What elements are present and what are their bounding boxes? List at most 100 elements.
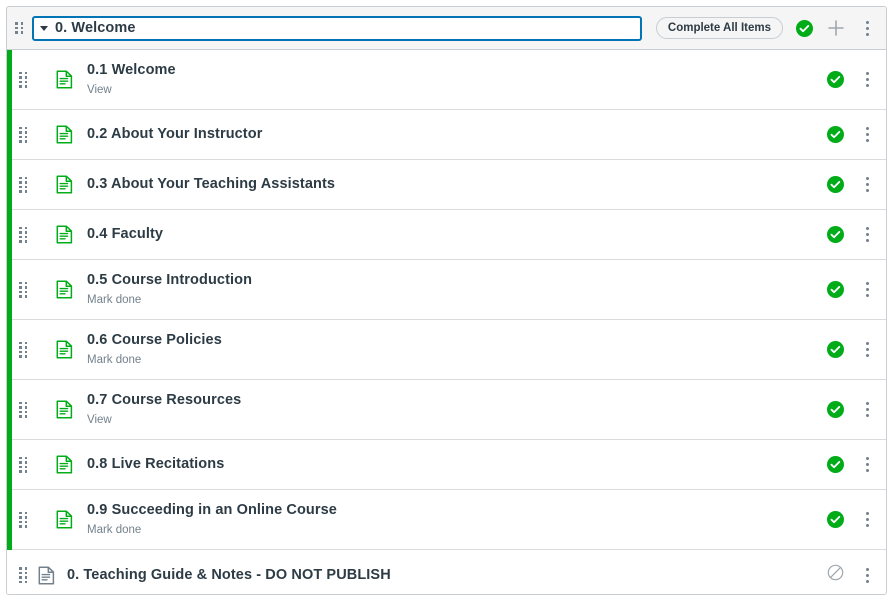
item-drag-handle-icon[interactable] (19, 282, 29, 298)
module-item-6[interactable]: 0.6 Course Policies Mark done (7, 320, 886, 380)
item-kebab-menu-icon[interactable] (858, 455, 876, 475)
item-kebab-menu-icon[interactable] (858, 125, 876, 145)
module-item-8[interactable]: 0.8 Live Recitations (7, 440, 886, 490)
check-circle-icon[interactable] (827, 456, 844, 473)
published-stripe (7, 160, 12, 210)
document-icon (55, 510, 73, 530)
item-subtitle: Mark done (87, 352, 827, 368)
item-drag-handle-icon[interactable] (19, 512, 29, 528)
published-stripe (7, 210, 12, 260)
item-kebab-menu-icon[interactable] (858, 510, 876, 530)
module-item-4[interactable]: 0.4 Faculty (7, 210, 886, 260)
item-body: 0.4 Faculty (87, 225, 827, 243)
module-item-1[interactable]: 0.1 Welcome View (7, 50, 886, 110)
item-drag-handle-icon[interactable] (19, 402, 29, 418)
check-circle-icon[interactable] (827, 126, 844, 143)
item-title: 0.9 Succeeding in an Online Course (87, 501, 827, 519)
published-stripe (7, 380, 12, 440)
module-publish-status-icon[interactable] (796, 20, 813, 37)
item-body: 0.2 About Your Instructor (87, 125, 827, 143)
item-actions (827, 564, 876, 586)
check-circle-icon[interactable] (827, 511, 844, 528)
check-circle-icon[interactable] (827, 176, 844, 193)
item-drag-handle-icon[interactable] (19, 177, 29, 193)
module-item-7[interactable]: 0.7 Course Resources View (7, 380, 886, 440)
complete-all-items-button[interactable]: Complete All Items (656, 17, 783, 39)
module-header-actions: Complete All Items (656, 16, 876, 40)
item-body: 0.9 Succeeding in an Online Course Mark … (87, 501, 827, 538)
document-icon (37, 565, 55, 585)
item-body: 0.8 Live Recitations (87, 455, 827, 473)
check-circle-icon[interactable] (827, 281, 844, 298)
item-subtitle: Mark done (87, 292, 827, 308)
published-stripe (7, 50, 12, 110)
document-icon (55, 340, 73, 360)
item-title: 0.4 Faculty (87, 225, 827, 243)
item-body: 0.6 Course Policies Mark done (87, 331, 827, 368)
module-item-5[interactable]: 0.5 Course Introduction Mark done (7, 260, 886, 320)
item-actions (827, 280, 876, 300)
module-items-list: 0.1 Welcome View 0.2 About Your Instruct… (7, 50, 886, 595)
item-actions (827, 455, 876, 475)
document-icon (55, 175, 73, 195)
document-icon (55, 125, 73, 145)
item-drag-handle-icon[interactable] (19, 127, 29, 143)
item-kebab-menu-icon[interactable] (858, 565, 876, 585)
chevron-down-icon[interactable] (40, 26, 48, 31)
plus-icon[interactable] (824, 16, 848, 40)
item-title: 0.2 About Your Instructor (87, 125, 827, 143)
unpublished-icon[interactable] (827, 564, 844, 586)
item-drag-handle-icon[interactable] (19, 457, 29, 473)
item-subtitle: View (87, 412, 827, 428)
document-icon (55, 280, 73, 300)
item-body: 0.5 Course Introduction Mark done (87, 271, 827, 308)
check-circle-icon[interactable] (827, 341, 844, 358)
item-drag-handle-icon[interactable] (19, 72, 29, 88)
document-icon (55, 455, 73, 475)
item-kebab-menu-icon[interactable] (858, 280, 876, 300)
item-drag-handle-icon[interactable] (19, 342, 29, 358)
module-item-3[interactable]: 0.3 About Your Teaching Assistants (7, 160, 886, 210)
item-kebab-menu-icon[interactable] (858, 400, 876, 420)
check-circle-icon[interactable] (827, 226, 844, 243)
document-icon (55, 400, 73, 420)
module-item-9[interactable]: 0.9 Succeeding in an Online Course Mark … (7, 490, 886, 550)
module-item-2[interactable]: 0.2 About Your Instructor (7, 110, 886, 160)
published-stripe (7, 260, 12, 320)
module-title-box[interactable]: 0. Welcome (32, 16, 642, 41)
item-title: 0.6 Course Policies (87, 331, 827, 349)
item-title: 0.8 Live Recitations (87, 455, 827, 473)
item-drag-handle-icon[interactable] (19, 567, 29, 583)
item-title: 0.5 Course Introduction (87, 271, 827, 289)
module-item-10[interactable]: 0. Teaching Guide & Notes - DO NOT PUBLI… (7, 550, 886, 595)
item-title: 0. Teaching Guide & Notes - DO NOT PUBLI… (67, 566, 827, 584)
item-title: 0.3 About Your Teaching Assistants (87, 175, 827, 193)
item-kebab-menu-icon[interactable] (858, 225, 876, 245)
item-actions (827, 225, 876, 245)
item-subtitle: Mark done (87, 522, 827, 538)
item-kebab-menu-icon[interactable] (858, 340, 876, 360)
item-drag-handle-icon[interactable] (19, 227, 29, 243)
module-drag-handle-icon[interactable] (15, 22, 24, 34)
item-actions (827, 340, 876, 360)
check-circle-icon[interactable] (827, 71, 844, 88)
check-circle-icon[interactable] (827, 401, 844, 418)
item-title: 0.1 Welcome (87, 61, 827, 79)
module-title: 0. Welcome (55, 20, 136, 36)
item-kebab-menu-icon[interactable] (858, 70, 876, 90)
item-title: 0.7 Course Resources (87, 391, 827, 409)
document-icon (55, 225, 73, 245)
published-stripe (7, 320, 12, 380)
item-actions (827, 175, 876, 195)
item-body: 0.3 About Your Teaching Assistants (87, 175, 827, 193)
item-kebab-menu-icon[interactable] (858, 175, 876, 195)
published-stripe (7, 440, 12, 490)
item-actions (827, 510, 876, 530)
item-body: 0. Teaching Guide & Notes - DO NOT PUBLI… (67, 566, 827, 584)
item-actions (827, 70, 876, 90)
item-actions (827, 125, 876, 145)
item-body: 0.1 Welcome View (87, 61, 827, 98)
module-kebab-menu-icon[interactable] (858, 18, 876, 38)
item-body: 0.7 Course Resources View (87, 391, 827, 428)
item-actions (827, 400, 876, 420)
